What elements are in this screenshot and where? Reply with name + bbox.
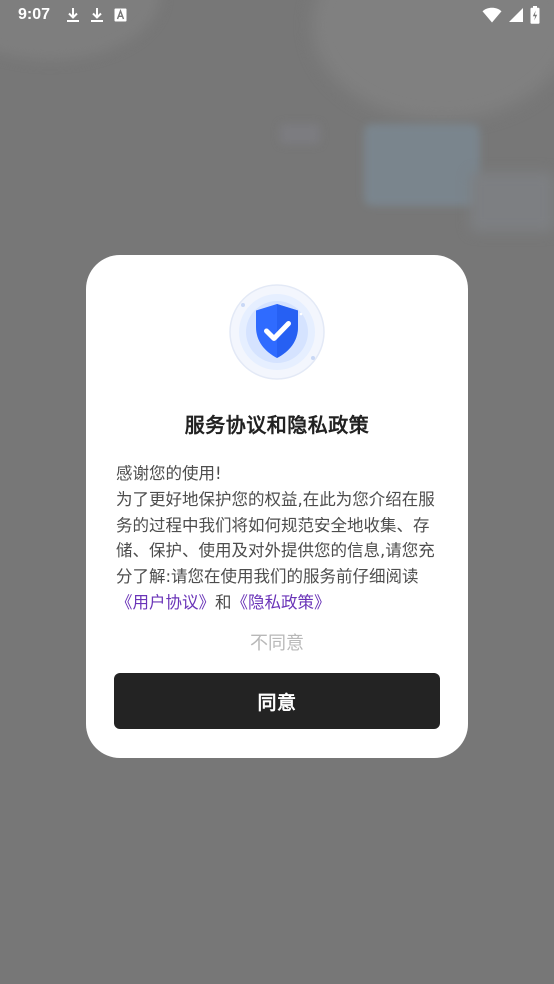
status-time: 9:07: [18, 6, 51, 23]
agreement-text: 为了更好地保护您的权益,在此为您介绍在服务的过程中我们将如何规范安全地收集、存储…: [116, 487, 442, 616]
greeting-text: 感谢您的使用!: [116, 464, 222, 483]
background-card: [364, 124, 480, 206]
privacy-policy-link[interactable]: 《隐私政策》: [232, 593, 331, 612]
background-card: [470, 172, 554, 232]
user-agreement-link[interactable]: 《用户协议》: [116, 593, 215, 612]
agreement-description: 为了更好地保护您的权益,在此为您介绍在服务的过程中我们将如何规范安全地收集、存储…: [116, 489, 435, 587]
text-recognition-icon: [114, 8, 127, 22]
download-icon: [66, 7, 80, 23]
privacy-agreement-dialog: 服务协议和隐私政策 感谢您的使用! 为了更好地保护您的权益,在此为您介绍在服务的…: [86, 255, 468, 758]
dialog-title: 服务协议和隐私政策: [184, 413, 370, 437]
system-icons: [482, 6, 540, 24]
battery-charging-icon: [530, 6, 540, 24]
cellular-signal-icon: [508, 7, 524, 23]
notification-icons: [66, 7, 127, 23]
background-shape: [280, 124, 320, 144]
shield-check-icon: [229, 284, 325, 380]
status-bar: 9:07: [0, 0, 554, 30]
disagree-button[interactable]: 不同意: [86, 629, 468, 655]
dialog-body: 感谢您的使用! 为了更好地保护您的权益,在此为您介绍在服务的过程中我们将如何规范…: [116, 461, 442, 616]
agree-button[interactable]: 同意: [114, 673, 440, 729]
wifi-icon: [482, 7, 502, 23]
connector-text: 和: [215, 592, 232, 612]
download-icon: [90, 7, 104, 23]
